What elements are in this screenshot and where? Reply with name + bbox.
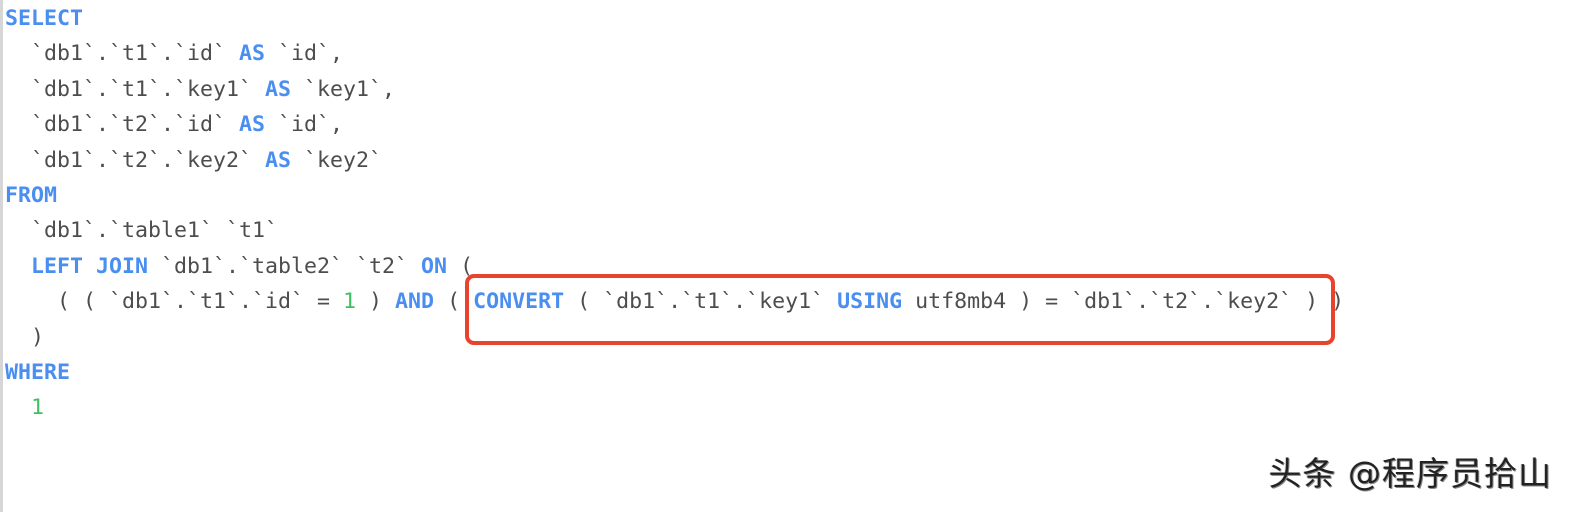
sql-keyword: AS: [265, 76, 292, 102]
sql-identifier: `db1`.`t2`.`id`: [5, 112, 240, 138]
code-line: SELECT: [5, 1, 1344, 36]
sql-identifier: ( ( `db1`.`t1`.`id` =: [5, 289, 344, 315]
sql-identifier: `key2`: [291, 147, 383, 173]
sql-number: 1: [343, 289, 357, 315]
sql-identifier: `db1`.`t1`.`key1`: [5, 76, 266, 102]
sql-keyword: FROM: [5, 182, 58, 208]
sql-keyword: WHERE: [5, 359, 71, 385]
sql-identifier: `db1`.`table1` `t1`: [5, 218, 279, 244]
sql-keyword: LEFT JOIN: [31, 253, 149, 279]
code-line: `db1`.`t2`.`id` AS `id`,: [5, 107, 1344, 142]
sql-identifier: `db1`.`table2` `t2`: [148, 253, 422, 279]
sql-keyword: AND: [395, 289, 435, 315]
code-line: `db1`.`t1`.`id` AS `id`,: [5, 36, 1344, 71]
sql-identifier: [5, 254, 31, 279]
sql-number: 1: [31, 395, 45, 421]
sql-keyword: AS: [265, 147, 292, 173]
sql-identifier: `key1`,: [291, 76, 396, 102]
code-line: `db1`.`t1`.`key1` AS `key1`,: [5, 72, 1344, 107]
sql-identifier: ): [356, 289, 396, 315]
sql-keyword: SELECT: [5, 6, 84, 31]
sql-identifier: `db1`.`t2`.`key2`: [5, 147, 266, 173]
editor-left-border: [0, 0, 3, 512]
code-line: 1: [5, 390, 1344, 425]
sql-keyword: AS: [239, 112, 266, 138]
sql-identifier: [5, 395, 31, 420]
sql-identifier: ): [5, 324, 45, 350]
sql-identifier: `id`,: [265, 41, 344, 67]
code-line: FROM: [5, 178, 1344, 213]
sql-identifier: `db1`.`t1`.`id`: [5, 41, 240, 67]
code-line: `db1`.`t2`.`key2` AS `key2`: [5, 143, 1344, 178]
code-line: `db1`.`table1` `t1`: [5, 213, 1344, 248]
sql-keyword: AS: [239, 41, 266, 67]
sql-identifier: `id`,: [265, 112, 344, 138]
highlight-box-convert-expression: [465, 274, 1335, 345]
sql-code-block: SELECT `db1`.`t1`.`id` AS `id`, `db1`.`t…: [5, 1, 1344, 426]
watermark: 头条 @程序员拾山: [1268, 454, 1552, 493]
code-line: WHERE: [5, 355, 1344, 390]
sql-keyword: ON: [421, 253, 448, 279]
